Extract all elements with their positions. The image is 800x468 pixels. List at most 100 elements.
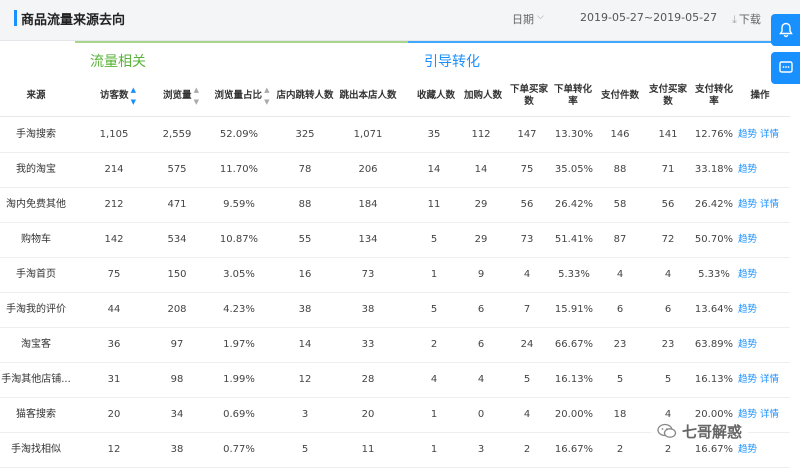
cell-pay-rate: 63.89% xyxy=(694,339,734,350)
cell-visitors: 214 xyxy=(104,164,124,175)
cell-order-rate: 20.00% xyxy=(554,409,594,420)
cell-paid-items: 88 xyxy=(613,164,627,175)
cell-paid-buyers: 4 xyxy=(664,269,672,280)
cell-pay-rate: 26.42% xyxy=(694,199,734,210)
top-bar: 商品流量来源去向 日期 ⌵ 2019-05-27~2019-05-27 ⤓ 下载 xyxy=(0,0,800,41)
download-icon: ⤓ xyxy=(732,13,737,26)
cell-favorites: 4 xyxy=(430,374,438,385)
cell-jump-out: 38 xyxy=(361,304,375,315)
cell-jump-in: 88 xyxy=(298,199,312,210)
cell-paid-buyers: 72 xyxy=(661,234,675,245)
cell-actions: 趋势 xyxy=(738,152,790,187)
trend-link[interactable]: 趋势 xyxy=(738,199,757,210)
cell-paid-buyers: 6 xyxy=(664,304,672,315)
col-visitors[interactable]: 访客数 ▲ ▼ xyxy=(88,76,148,116)
col-cart-adds: 加购人数 xyxy=(463,90,502,101)
detail-link[interactable]: 详情 xyxy=(760,199,779,210)
cell-source: 手淘首页 xyxy=(16,269,56,280)
cell-paid-buyers: 141 xyxy=(658,129,678,140)
trend-link[interactable]: 趋势 xyxy=(738,129,757,140)
table-row: 购物车 142 534 10.87% 55 134 5 29 73 51.41% 87 72 50.70… xyxy=(0,222,790,258)
cell-paid-buyers: 56 xyxy=(661,199,675,210)
cell-jump-in: 5 xyxy=(301,444,309,455)
cell-pageviews: 208 xyxy=(167,304,187,315)
cell-pageviews: 34 xyxy=(170,409,184,420)
feedback-button[interactable] xyxy=(771,52,800,84)
trend-link[interactable]: 趋势 xyxy=(738,269,757,280)
cell-cart-adds: 14 xyxy=(474,164,488,175)
date-dropdown[interactable]: 日期 xyxy=(512,11,534,27)
cell-source: 手淘搜索 xyxy=(16,129,56,140)
trend-link[interactable]: 趋势 xyxy=(738,164,757,175)
cell-favorites: 1 xyxy=(430,269,438,280)
trend-link[interactable]: 趋势 xyxy=(738,339,757,350)
cell-source: 手淘其他店铺... xyxy=(1,374,71,385)
cell-pv-share: 0.69% xyxy=(223,409,255,420)
col-jump-in: 店内跳转人数 xyxy=(276,90,334,101)
trend-link[interactable]: 趋势 xyxy=(738,374,757,385)
trend-link[interactable]: 趋势 xyxy=(738,444,757,455)
cell-actions: 趋势 xyxy=(738,257,790,292)
download-button[interactable]: ⤓ 下载 xyxy=(732,11,761,27)
cell-pv-share: 1.97% xyxy=(223,339,255,350)
cell-actions: 趋势 xyxy=(738,292,790,327)
traffic-section-title: 流量相关 xyxy=(90,54,146,70)
cell-visitors: 142 xyxy=(104,234,124,245)
cell-jump-in: 3 xyxy=(301,409,309,420)
cell-paid-items: 2 xyxy=(616,444,624,455)
cell-pageviews: 97 xyxy=(170,339,184,350)
trend-link[interactable]: 趋势 xyxy=(738,234,757,245)
table-row: 手淘我的评价 44 208 4.23% 38 38 5 6 7 15.91% 6 6 13.64% 趋势 xyxy=(0,292,790,328)
cell-favorites: 1 xyxy=(430,444,438,455)
sort-icon[interactable]: ▲ ▼ xyxy=(194,84,199,108)
sort-icon[interactable]: ▲ ▼ xyxy=(131,84,136,108)
cell-favorites: 35 xyxy=(427,129,441,140)
cell-paid-items: 18 xyxy=(613,409,627,420)
cell-jump-out: 33 xyxy=(361,339,375,350)
cell-jump-in: 16 xyxy=(298,269,312,280)
cell-jump-out: 28 xyxy=(361,374,375,385)
cell-pay-rate: 33.18% xyxy=(694,164,734,175)
bell-icon xyxy=(778,22,793,38)
cell-paid-buyers: 5 xyxy=(664,374,672,385)
date-range: 2019-05-27~2019-05-27 xyxy=(580,11,718,24)
col-jump-out: 跳出本店人数 xyxy=(339,90,397,101)
cell-source: 我的淘宝 xyxy=(16,164,56,175)
col-pv-share[interactable]: 浏览量占比 ▲ ▼ xyxy=(210,76,274,116)
cell-pay-rate: 12.76% xyxy=(694,129,734,140)
cell-actions: 趋势 xyxy=(738,327,790,362)
cell-favorites: 5 xyxy=(430,234,438,245)
cell-pv-share: 11.70% xyxy=(219,164,259,175)
cell-pageviews: 534 xyxy=(167,234,187,245)
cell-pv-share: 3.05% xyxy=(223,269,255,280)
cell-jump-in: 38 xyxy=(298,304,312,315)
cell-favorites: 5 xyxy=(430,304,438,315)
cell-visitors: 44 xyxy=(107,304,121,315)
cell-order-rate: 16.13% xyxy=(554,374,594,385)
table-row: 手淘其他店铺... 31 98 1.99% 12 28 4 4 5 16.13% 5 5 16.13% 趋… xyxy=(0,362,790,398)
notification-button[interactable] xyxy=(771,14,800,46)
cell-favorites: 11 xyxy=(427,199,441,210)
cell-pv-share: 52.09% xyxy=(219,129,259,140)
detail-link[interactable]: 详情 xyxy=(760,374,779,385)
cell-actions: 趋势 详情 xyxy=(738,362,790,397)
col-pageviews[interactable]: 浏览量 ▲ ▼ xyxy=(152,76,210,116)
cell-paid-items: 146 xyxy=(610,129,630,140)
page-title: 商品流量来源去向 xyxy=(21,13,126,28)
cell-paid-items: 5 xyxy=(616,374,624,385)
cell-pageviews: 575 xyxy=(167,164,187,175)
cell-jump-in: 12 xyxy=(298,374,312,385)
cell-pageviews: 98 xyxy=(170,374,184,385)
cell-cart-adds: 112 xyxy=(471,129,491,140)
cell-order-buyers: 75 xyxy=(520,164,534,175)
cell-source: 手淘我的评价 xyxy=(6,304,66,315)
detail-link[interactable]: 详情 xyxy=(760,409,779,420)
cell-paid-items: 23 xyxy=(613,339,627,350)
detail-link[interactable]: 详情 xyxy=(760,129,779,140)
sort-icon[interactable]: ▲ ▼ xyxy=(264,84,269,108)
cell-cart-adds: 29 xyxy=(474,199,488,210)
cell-cart-adds: 4 xyxy=(477,374,485,385)
trend-link[interactable]: 趋势 xyxy=(738,304,757,315)
chevron-down-icon[interactable]: ⌵ xyxy=(537,12,544,22)
cell-order-buyers: 2 xyxy=(523,444,531,455)
